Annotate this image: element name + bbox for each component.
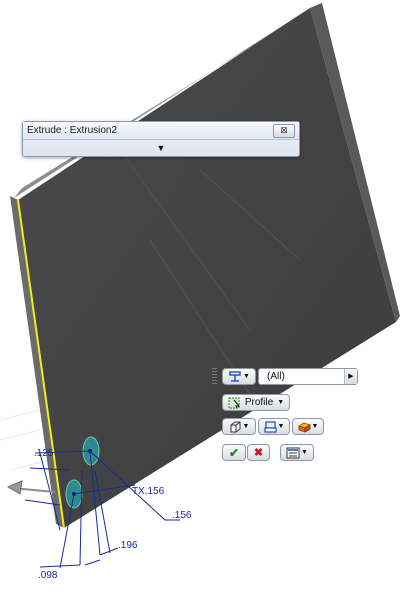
filter-select[interactable]: (All) ▶ <box>258 368 358 385</box>
direction-icon <box>229 370 241 382</box>
operation-icon <box>297 422 311 433</box>
dimension-label-3[interactable]: .156 <box>172 510 192 521</box>
dialog-titlebar[interactable]: Extrude : Extrusion2 ⊠ <box>23 122 299 140</box>
output-button[interactable]: ▼ <box>258 418 290 435</box>
options-button[interactable]: ▼ <box>280 444 314 461</box>
graphics-viewport[interactable]: .125 TX.156 .156 .196 .098 <box>0 0 400 593</box>
direction-button[interactable]: ▼ <box>222 368 256 385</box>
filter-value: (All) <box>267 371 285 382</box>
chevron-down-icon: ▼ <box>243 373 250 380</box>
output-icon <box>263 420 277 433</box>
ok-button[interactable]: ✔ <box>222 444 246 461</box>
cancel-icon: ✖ <box>253 447 264 459</box>
expand-dialog-button[interactable]: ▼ <box>23 140 299 156</box>
chevron-down-icon: ▼ <box>277 399 285 406</box>
dimension-label-1[interactable]: .125 <box>34 448 54 459</box>
dimension-label-2[interactable]: TX.156 <box>132 486 165 497</box>
operation-button[interactable]: ▼ <box>292 418 324 435</box>
profile-label: Profile <box>244 397 274 408</box>
chevron-down-icon: ▼ <box>277 423 285 430</box>
chevron-down-icon: ▼ <box>301 449 308 456</box>
chevron-down-icon: ▼ <box>156 143 166 153</box>
close-icon[interactable]: ⊠ <box>273 124 295 138</box>
scroll-right-icon[interactable]: ▶ <box>344 369 357 384</box>
profile-icon <box>228 397 240 408</box>
grip-icon[interactable] <box>212 368 217 384</box>
dialog-title: Extrude : Extrusion2 <box>27 125 118 136</box>
chevron-down-icon: ▼ <box>242 423 250 430</box>
options-icon <box>286 447 300 458</box>
solid-button[interactable]: ▼ <box>222 418 256 435</box>
chevron-down-icon: ▼ <box>311 423 319 430</box>
cancel-button[interactable]: ✖ <box>247 444 270 461</box>
plate-solid[interactable] <box>10 3 400 529</box>
solid-icon <box>230 421 241 432</box>
extrude-dialog: Extrude : Extrusion2 ⊠ ▼ <box>22 121 300 157</box>
ok-icon: ✔ <box>228 445 240 460</box>
dimension-label-4[interactable]: .196 <box>118 540 138 551</box>
profile-button[interactable]: Profile ▼ <box>222 394 290 411</box>
dimension-label-5[interactable]: .098 <box>38 570 58 581</box>
